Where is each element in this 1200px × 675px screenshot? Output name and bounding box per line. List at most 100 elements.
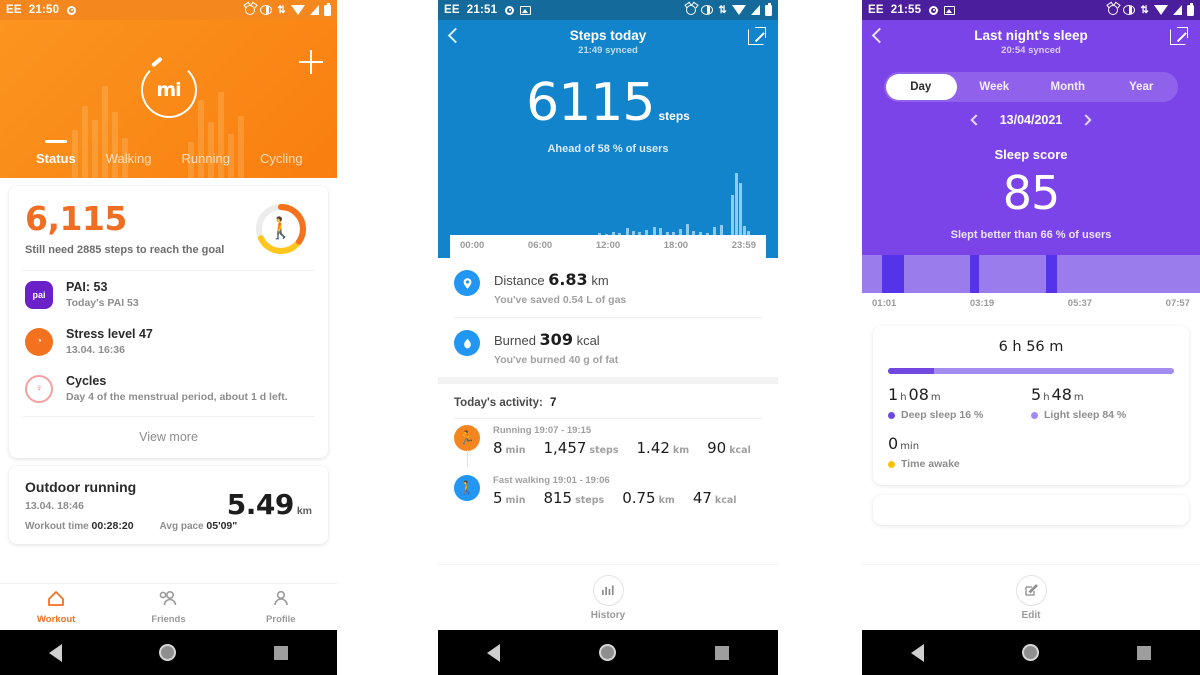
stress-gauge-icon: ◔ [25, 327, 53, 356]
sleep-detail-card[interactable]: 6 h 56 m 1 h 08 m Deep sleep 16 % 5 h 48 m [873, 326, 1189, 485]
light-sleep-legend: Light sleep 84 % [1031, 409, 1174, 421]
axis-tick: 07:57 [1165, 298, 1190, 309]
android-home-button[interactable] [598, 644, 616, 661]
edit-label: Edit [1021, 609, 1041, 621]
stat-row-burned[interactable]: Burned 309 kcal You've burned 40 g of fa… [438, 318, 778, 377]
nav-item-profile[interactable]: Profile [225, 590, 337, 625]
tab-running[interactable]: Running [182, 151, 230, 170]
tab-day[interactable]: Day [884, 81, 958, 93]
tab-cycling[interactable]: Cycling [260, 151, 303, 170]
steps-hero-number: 6115 [526, 73, 655, 133]
metric-subtitle-stress: 13.04. 16:36 [66, 344, 125, 356]
axis-tick: 03:19 [969, 298, 995, 309]
deep-sleep-legend: Deep sleep 16 % [888, 409, 1031, 421]
hero-tabs: Status Walking Running Cycling [0, 151, 337, 170]
tab-year[interactable]: Year [1105, 81, 1179, 93]
sync-icon: ⇅ [1140, 4, 1149, 16]
workout-card[interactable]: Outdoor running 13.04. 18:46 Workout tim… [9, 466, 328, 544]
axis-tick: 05:37 [1067, 298, 1093, 309]
add-button[interactable] [299, 50, 323, 74]
section-divider [438, 377, 778, 384]
screen-record-icon [505, 5, 515, 15]
activity-range: 19:01 - 19:06 [552, 475, 610, 486]
deep-minutes-unit: m [930, 392, 941, 403]
stat-name: Burned [494, 333, 536, 348]
activity-detail-running: Running 19:07 - 19:15 8 min 1,457 steps 1.… [493, 425, 751, 457]
metric-row-stress[interactable]: ◔ Stress level 47 13.04. 16:36 [9, 318, 328, 365]
avg-pace: Avg pace 05'09" [160, 520, 238, 532]
activity-distance: 1.42 km [637, 439, 690, 457]
previous-day-icon[interactable] [970, 114, 982, 126]
bottom-navigation: Workout Friends Profile [0, 583, 337, 630]
steps-summary-text: 6,115 Still need 2885 steps to reach the… [25, 202, 224, 256]
activity-name: Running [493, 425, 532, 436]
flame-icon [454, 330, 480, 356]
android-recents-button[interactable] [714, 645, 729, 660]
metric-text-cycles: Cycles Day 4 of the menstrual period, ab… [66, 374, 288, 403]
stat-text-distance: Distance 6.83 km You've saved 0.54 L of … [494, 270, 626, 306]
nav-item-friends[interactable]: Friends [112, 590, 224, 625]
carrier-label: EE [6, 4, 22, 16]
android-home-button[interactable] [159, 644, 177, 661]
awake-dot-icon [888, 460, 895, 468]
activity-header-label: Today's activity: [454, 397, 543, 409]
sleep-score-label: Sleep score [994, 147, 1068, 162]
metric-subtitle-pai: Today's PAI 53 [66, 297, 139, 309]
light-minutes: 48 [1051, 385, 1072, 404]
android-recents-button[interactable] [274, 645, 289, 660]
steps-summary-card[interactable]: 6,115 Still need 2885 steps to reach the… [9, 186, 328, 458]
panel-sleep: EE 21:55 ⇅ Last night's sleep 20:54 sync… [862, 0, 1200, 675]
status-bar-right: ⇅ [245, 2, 331, 16]
tab-month[interactable]: Month [1031, 81, 1105, 93]
signal-icon [310, 5, 319, 15]
light-sleep-block: 5 h 48 m Light sleep 84 % [1031, 385, 1174, 421]
tab-week[interactable]: Week [958, 81, 1032, 93]
metric-row-pai[interactable]: pai PAI: 53 Today's PAI 53 [9, 271, 328, 318]
hourly-steps-chart [450, 169, 766, 235]
activity-steps-value: 815 [543, 489, 573, 507]
tab-status[interactable]: Status [36, 151, 76, 170]
tab-walking[interactable]: Walking [106, 151, 152, 170]
sleep-breakdown: 1 h 08 m Deep sleep 16 % 5 h 48 m Light sleep … [888, 385, 1174, 421]
metric-row-cycles[interactable]: ♀ Cycles Day 4 of the menstrual period, … [9, 365, 328, 412]
nav-label-friends: Friends [151, 613, 186, 625]
steps-progress-ring: 🚶 [254, 202, 308, 256]
next-day-icon[interactable] [1080, 114, 1092, 126]
metric-subtitle-cycles: Day 4 of the menstrual period, about 1 d… [66, 391, 288, 403]
deep-sleep-duration: 1 h 08 m [888, 385, 1031, 404]
battery-icon [1187, 2, 1194, 16]
pai-icon: pai [25, 280, 53, 309]
workout-distance: 5.49 km [227, 488, 312, 521]
light-sleep-duration: 5 h 48 m [1031, 385, 1174, 404]
share-icon[interactable] [748, 27, 766, 45]
awake-block: 0 min Time awake [888, 434, 1174, 470]
stat-sub-distance: You've saved 0.54 L of gas [494, 294, 627, 306]
workout-time-label: Workout time [25, 521, 89, 532]
stat-row-distance[interactable]: Distance 6.83 km You've saved 0.54 L of … [438, 258, 778, 317]
android-back-button[interactable] [48, 643, 62, 662]
running-icon: 🏃 [454, 425, 480, 451]
hourly-chart-axis: 00:00 06:00 12:00 18:00 23:59 [450, 235, 766, 258]
view-more-button[interactable]: View more [23, 416, 314, 458]
status-bar-left: EE 21:50 [6, 4, 77, 16]
sleep-next-card[interactable] [873, 495, 1189, 525]
date-navigator: 13/04/2021 [874, 102, 1188, 137]
workout-time-value: 00:28:20 [91, 520, 134, 532]
android-recents-button[interactable] [1137, 645, 1151, 660]
android-back-button[interactable] [911, 643, 924, 662]
activity-kcal: 90 kcal [707, 439, 751, 457]
alarm-icon [1108, 5, 1119, 15]
workout-distance-unit: km [296, 505, 312, 517]
nav-item-workout[interactable]: Workout [0, 590, 112, 625]
sleep-score-value: 85 [1002, 166, 1061, 220]
android-home-button[interactable] [1022, 644, 1039, 661]
activity-row-fast-walking[interactable]: 🚶 Fast walking 19:01 - 19:06 5 min 815 ste… [438, 469, 778, 511]
android-back-button[interactable] [487, 643, 501, 662]
activity-duration-value: 8 [493, 439, 503, 457]
activity-steps: 815 steps [543, 489, 604, 507]
awake-label: Time awake [901, 458, 960, 470]
share-icon[interactable] [1170, 27, 1188, 45]
activity-row-running[interactable]: 🏃 Running 19:07 - 19:15 8 min 1,457 steps … [438, 419, 778, 467]
edit-icon[interactable] [1015, 574, 1047, 606]
bar-chart-icon[interactable] [592, 574, 624, 606]
